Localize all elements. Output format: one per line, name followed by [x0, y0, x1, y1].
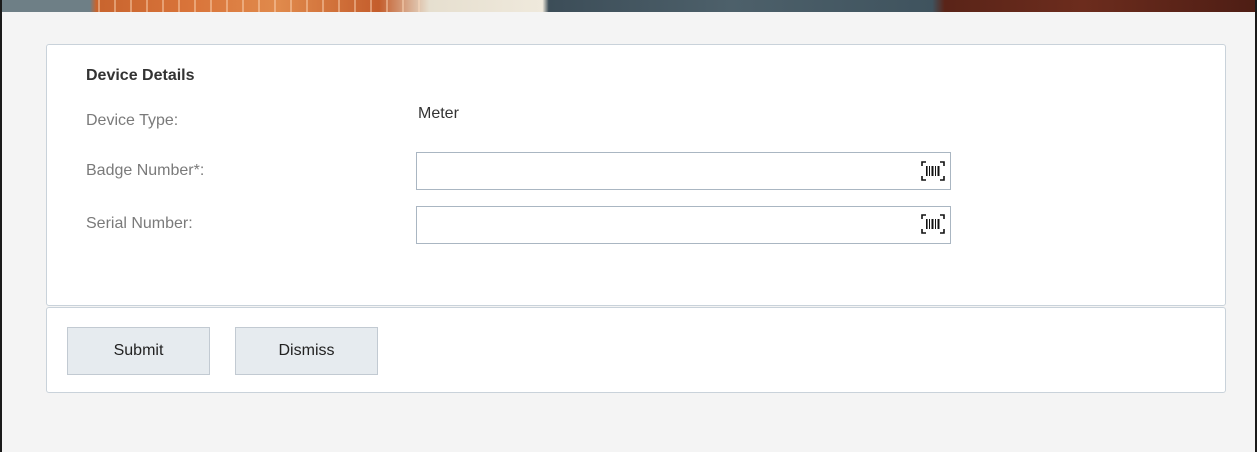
section-title: Device Details	[86, 67, 195, 84]
barcode-scan-icon[interactable]	[921, 214, 945, 234]
badge-number-input[interactable]	[416, 152, 951, 190]
actions-card: Submit Dismiss	[46, 307, 1226, 393]
dismiss-button[interactable]: Dismiss	[235, 327, 378, 375]
badge-number-label: Badge Number*:	[86, 162, 205, 179]
app-window: Device Details Device Type: Meter Badge …	[0, 0, 1257, 452]
device-type-value: Meter	[418, 105, 459, 122]
device-details-card: Device Details Device Type: Meter Badge …	[46, 44, 1226, 306]
submit-button[interactable]: Submit	[67, 327, 210, 375]
header-banner	[2, 0, 1255, 12]
serial-number-input[interactable]	[416, 206, 951, 244]
barcode-scan-icon[interactable]	[921, 161, 945, 181]
device-type-label: Device Type:	[86, 112, 179, 129]
banner-pattern	[98, 0, 428, 12]
serial-number-label: Serial Number:	[86, 215, 193, 232]
